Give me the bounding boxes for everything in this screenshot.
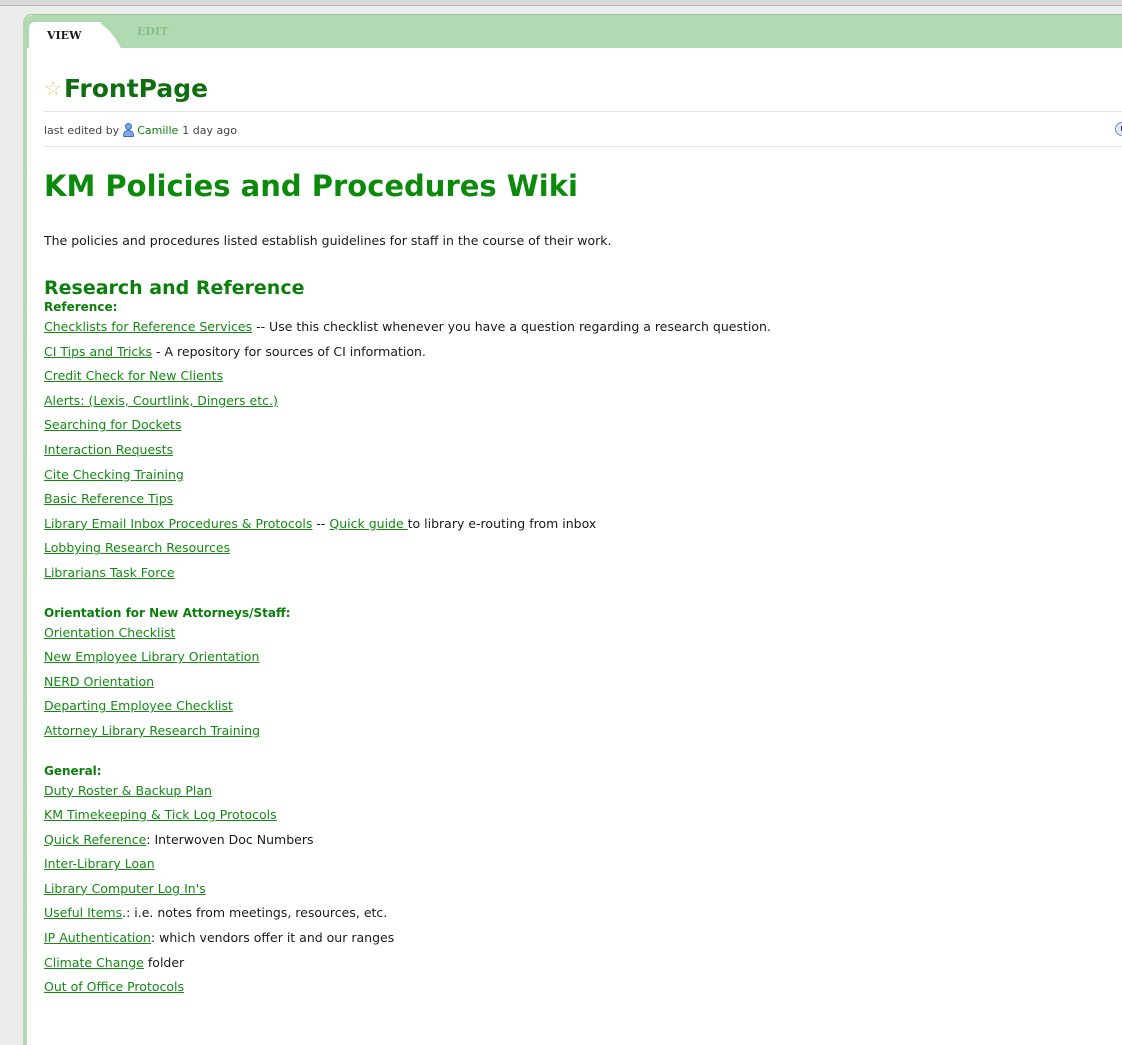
page-title: FrontPage — [63, 73, 209, 103]
wiki-link[interactable]: Inter-Library Loan — [44, 856, 155, 871]
list-item: Inter-Library Loan — [44, 852, 1122, 877]
item-description: .: i.e. notes from meetings, resources, … — [122, 905, 388, 921]
list-item: Searching for Dockets — [44, 413, 1122, 438]
subsection-reference-label: Reference: — [44, 300, 118, 314]
wiki-link[interactable]: Climate Change — [44, 955, 144, 970]
history-clock-icon[interactable] — [1115, 122, 1122, 136]
list-item: Alerts: (Lexis, Courtlink, Dingers etc.) — [44, 389, 1122, 414]
wiki-link[interactable]: Duty Roster & Backup Plan — [44, 783, 212, 798]
orientation-list: Orientation Checklist New Employee Librar… — [44, 621, 1122, 744]
item-description: - A repository for sources of CI informa… — [152, 343, 426, 359]
item-description: to library e-routing from inbox — [407, 515, 597, 531]
list-item: CI Tips and Tricks - A repository for so… — [44, 340, 1122, 365]
wiki-link[interactable]: KM Timekeeping & Tick Log Protocols — [44, 807, 277, 822]
list-item: Librarians Task Force — [44, 561, 1122, 586]
wiki-link[interactable]: Orientation Checklist — [44, 625, 175, 640]
wiki-link[interactable]: Lobbying Research Resources — [44, 540, 230, 555]
item-description: -- — [312, 515, 330, 531]
divider — [43, 146, 1122, 147]
wiki-link[interactable]: Alerts: (Lexis, Courtlink, Dingers etc.) — [44, 393, 278, 408]
wiki-link[interactable]: Librarians Task Force — [44, 565, 175, 580]
list-item: Interaction Requests — [44, 438, 1122, 463]
intro-paragraph: The policies and procedures listed estab… — [44, 233, 612, 248]
wiki-link[interactable]: CI Tips and Tricks — [44, 344, 152, 359]
wiki-link[interactable]: Departing Employee Checklist — [44, 698, 233, 713]
list-item: NERD Orientation — [44, 670, 1122, 695]
tab-view[interactable]: VIEW — [29, 22, 101, 49]
wiki-link[interactable]: Quick guide — [329, 516, 407, 531]
wiki-link[interactable]: NERD Orientation — [44, 674, 154, 689]
wiki-page-frame: VIEW EDIT ☆ FrontPage last edited by Cam… — [23, 14, 1122, 1045]
list-item: IP Authentication: which vendors offer i… — [44, 926, 1122, 951]
list-item: Library Email Inbox Procedures & Protoco… — [44, 512, 1122, 537]
star-icon[interactable]: ☆ — [44, 76, 62, 100]
general-list: Duty Roster & Backup Plan KM Timekeeping … — [44, 779, 1122, 1000]
user-icon — [123, 123, 135, 137]
item-description: folder — [143, 954, 185, 970]
list-item: Climate Change folder — [44, 951, 1122, 976]
title-row: ☆ FrontPage — [44, 71, 208, 105]
wiki-link[interactable]: Quick Reference — [44, 832, 146, 847]
subsection-general-label: General: — [44, 763, 102, 778]
wiki-link[interactable]: Checklists for Reference Services — [44, 319, 252, 334]
list-item: Library Computer Log In's — [44, 877, 1122, 902]
author-link[interactable]: Camille — [137, 124, 178, 137]
item-description: : Interwoven Doc Numbers — [146, 831, 314, 847]
item-description: : which vendors offer it and our ranges — [150, 930, 395, 946]
section-title: Research and Reference — [44, 277, 305, 299]
wiki-link[interactable]: Out of Office Protocols — [44, 979, 184, 994]
edit-time: 1 day ago — [182, 123, 237, 137]
tab-bar: VIEW EDIT — [27, 15, 1122, 49]
list-item: Basic Reference Tips — [44, 487, 1122, 512]
list-item: KM Timekeeping & Tick Log Protocols — [44, 803, 1122, 828]
list-item: Cite Checking Training — [44, 463, 1122, 488]
wiki-link[interactable]: Credit Check for New Clients — [44, 368, 223, 383]
list-item: Duty Roster & Backup Plan — [44, 779, 1122, 804]
list-item: Credit Check for New Clients — [44, 364, 1122, 389]
subsection-orientation-label: Orientation for New Attorneys/Staff: — [44, 605, 291, 620]
wiki-heading: KM Policies and Procedures Wiki — [44, 169, 578, 203]
list-item: Orientation Checklist — [44, 621, 1122, 646]
list-item: Quick Reference: Interwoven Doc Numbers — [44, 828, 1122, 853]
wiki-link[interactable]: Useful Items — [44, 905, 122, 920]
wiki-link[interactable]: New Employee Library Orientation — [44, 649, 259, 664]
wiki-link[interactable]: Searching for Dockets — [44, 417, 181, 432]
list-item: Lobbying Research Resources — [44, 536, 1122, 561]
list-item: Useful Items.: i.e. notes from meetings,… — [44, 901, 1122, 926]
list-item: New Employee Library Orientation — [44, 645, 1122, 670]
reference-list: Checklists for Reference Services -- Use… — [44, 315, 1122, 586]
page-content: KM Policies and Procedures Wiki The poli… — [44, 167, 1122, 1000]
list-item: Out of Office Protocols — [44, 975, 1122, 1000]
wiki-link[interactable]: Library Computer Log In's — [44, 881, 206, 896]
wiki-link[interactable]: Library Email Inbox Procedures & Protoco… — [44, 516, 312, 531]
wiki-link[interactable]: Attorney Library Research Training — [44, 723, 260, 738]
wiki-link[interactable]: Basic Reference Tips — [44, 491, 173, 506]
item-description: -- Use this checklist whenever you have … — [252, 319, 771, 334]
wiki-link[interactable]: IP Authentication — [44, 930, 151, 945]
list-item: Departing Employee Checklist — [44, 694, 1122, 719]
edit-info-prefix: last edited by — [44, 123, 120, 137]
list-item: Attorney Library Research Training — [44, 719, 1122, 744]
tab-edit[interactable]: EDIT — [137, 25, 168, 38]
wiki-link[interactable]: Interaction Requests — [44, 442, 173, 457]
window-top-edge — [0, 0, 1122, 6]
divider — [43, 111, 1122, 112]
list-item: Checklists for Reference Services -- Use… — [44, 315, 1122, 340]
edit-info: last edited by Camille 1 day ago — [44, 123, 237, 137]
wiki-link[interactable]: Cite Checking Training — [44, 467, 184, 482]
